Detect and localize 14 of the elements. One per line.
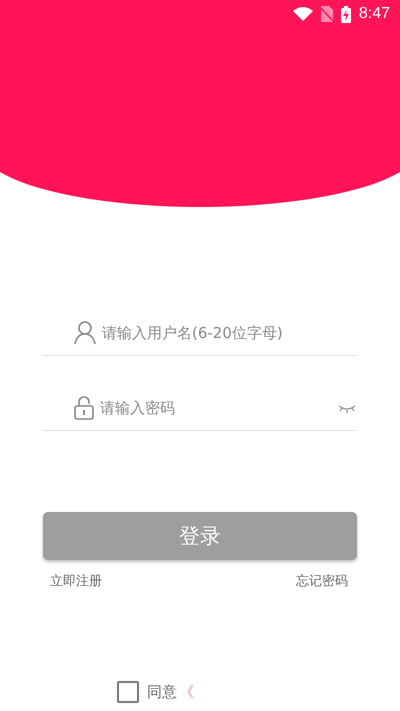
register-link[interactable]: 立即注册: [50, 572, 102, 590]
status-time: 8:47: [358, 5, 390, 23]
lock-icon: [74, 396, 94, 420]
agreement-label: 同意: [147, 682, 177, 702]
eye-closed-icon[interactable]: [338, 403, 356, 413]
user-icon: [74, 321, 96, 345]
agreement-checkbox[interactable]: [117, 681, 139, 703]
no-sim-icon: [320, 6, 333, 22]
wifi-icon: [292, 7, 313, 21]
password-field[interactable]: 请输入密码: [100, 399, 332, 417]
forgot-password-link[interactable]: 忘记密码: [296, 572, 348, 590]
battery-charging-icon: [340, 6, 351, 22]
agreement-link[interactable]: 《: [179, 682, 194, 702]
username-field[interactable]: 请输入用户名(6-20位字母): [102, 324, 356, 342]
